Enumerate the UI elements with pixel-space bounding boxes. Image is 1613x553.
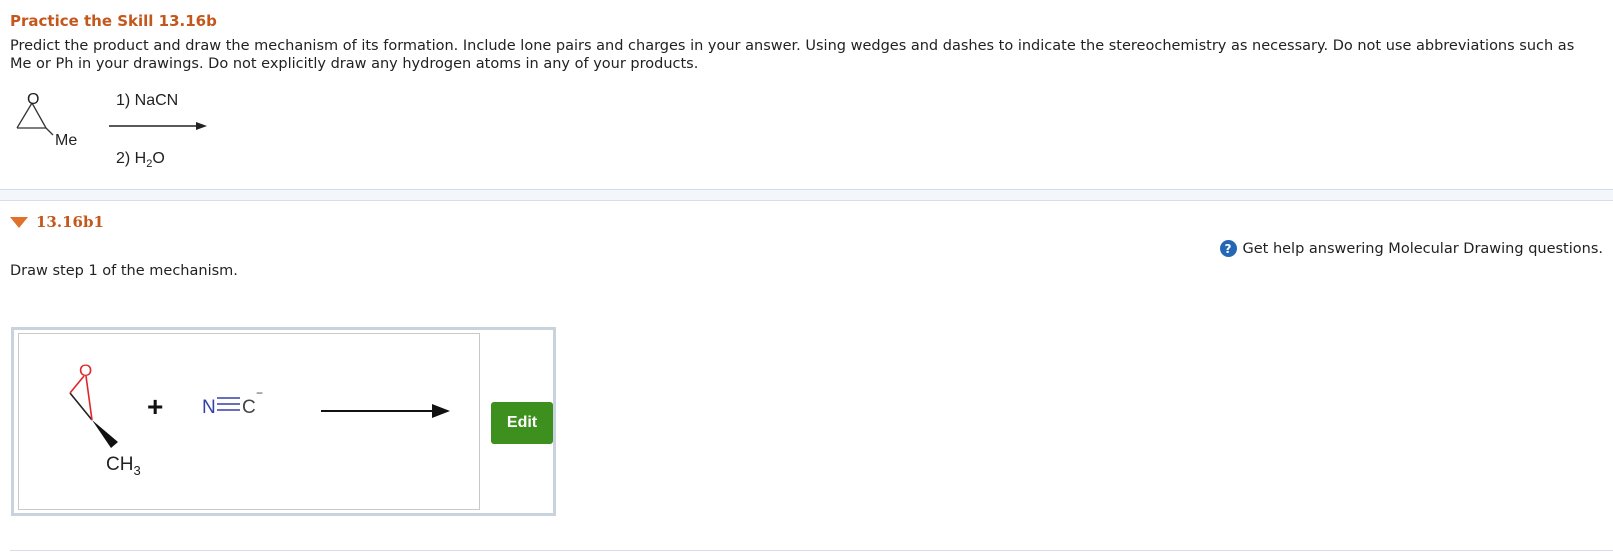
question-prompt: Predict the product and draw the mechani… (10, 38, 1575, 72)
methyl-group: CH3 (106, 454, 141, 478)
oxygen-atom: O (79, 361, 92, 380)
negative-charge: − (256, 386, 263, 400)
edit-button[interactable]: Edit (491, 402, 553, 444)
arrow-head (432, 404, 450, 418)
help-link[interactable]: ? Get help answering Molecular Drawing q… (1219, 240, 1604, 257)
section-divider (0, 200, 1613, 201)
epoxide-oxygen: O (27, 91, 39, 108)
reagent-step-2: 2) H2O (116, 150, 165, 170)
reagent-step-1: 1) NaCN (116, 92, 178, 109)
plus-sign: + (147, 391, 163, 422)
part-toggle[interactable]: 13.16b1 (10, 213, 104, 231)
chevron-down-icon[interactable] (10, 216, 28, 228)
carbon-atom: C (242, 397, 256, 418)
wedge-bond (92, 420, 118, 448)
mechanism-drawing: O CH3 + N C − (69, 361, 450, 478)
reaction-arrow-head (196, 122, 207, 130)
step-instruction: Draw step 1 of the mechanism. (10, 263, 238, 279)
nitrogen-atom: N (202, 397, 216, 418)
bottom-divider (10, 550, 1613, 551)
help-text[interactable]: Get help answering Molecular Drawing que… (1243, 241, 1604, 257)
part-label: 13.16b1 (36, 213, 104, 231)
help-icon[interactable]: ? (1219, 240, 1237, 257)
reaction-scheme: O Me 1) NaCN 2) H2O (16, 91, 207, 170)
question-title: Practice the Skill 13.16b (10, 12, 217, 30)
section-band (0, 190, 1613, 200)
methyl-label: Me (55, 132, 77, 149)
